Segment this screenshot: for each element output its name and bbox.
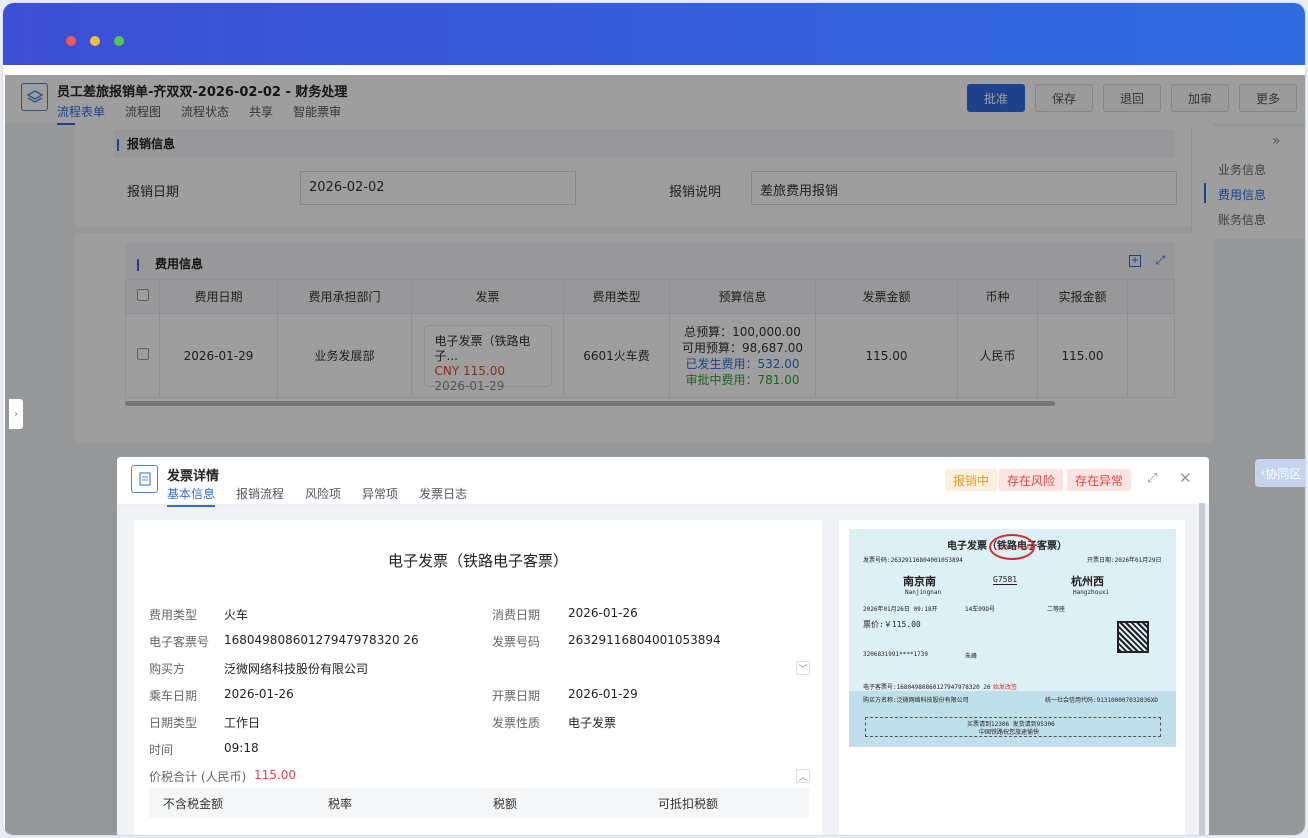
date-type-value: 工作日 bbox=[224, 716, 261, 730]
ticket-seat: 14车09D号 bbox=[965, 606, 996, 613]
app-area: 员工差旅报销单-齐双双-2026-02-02 - 财务处理 流程表单 流程图 流… bbox=[5, 75, 1305, 835]
ticket-no-label: 电子客票号 bbox=[149, 635, 210, 649]
modal-header: 发票详情 基本信息 报销流程 风险项 异常项 发票日志 报销中 存在风险 存在异… bbox=[117, 457, 1209, 507]
tab-basic-info[interactable]: 基本信息 bbox=[167, 485, 216, 507]
ticket-no-value: 16804980860127947978320 26 bbox=[224, 633, 419, 647]
invoice-icon bbox=[131, 465, 158, 493]
ticket-depart: 2026年01月26日 09:18开 bbox=[863, 606, 938, 613]
buyer-value: 泛微网络科技股份有限公司 bbox=[224, 662, 369, 676]
tab-reimb-flow[interactable]: 报销流程 bbox=[236, 485, 284, 507]
ticket-buyer: 购买方名称:泛微网络科技股份有限公司 bbox=[863, 697, 969, 704]
modal-scrollbar[interactable] bbox=[1199, 503, 1205, 835]
invoice-no-value: 26329116804001053894 bbox=[568, 633, 721, 647]
expand-left-handle[interactable]: › bbox=[9, 399, 23, 429]
col-pre-tax: 不含税金额 bbox=[163, 796, 224, 811]
collab-tab-label: 协同区 bbox=[1265, 466, 1302, 481]
modal-tabs: 基本信息 报销流程 风险项 异常项 发票日志 bbox=[167, 485, 467, 507]
issue-date-value: 2026-01-29 bbox=[568, 687, 638, 701]
ride-date-value: 2026-01-26 bbox=[224, 687, 294, 701]
collab-tab[interactable]: ‹ 协同区 bbox=[1255, 459, 1305, 487]
invoice-fields-panel: 电子发票（铁路电子客票） 费用类型 火车 消费日期 2026-01-26 电子客… bbox=[134, 520, 822, 835]
consume-date-label: 消费日期 bbox=[492, 608, 541, 622]
ticket-to-pinyin: Hangzhouxi bbox=[1073, 589, 1110, 596]
qr-code-icon bbox=[1117, 621, 1149, 653]
invoice-image-panel: 电子发票（铁路电子客票） 全国统一发票监制章 发票号码:263291168040… bbox=[839, 520, 1185, 835]
expand-icon[interactable]: ⤢ bbox=[1147, 471, 1157, 486]
ticket-class: 二等座 bbox=[1047, 606, 1066, 613]
ticket-from: 南京南 bbox=[903, 575, 936, 588]
ticket-from-pinyin: Nanjingnan bbox=[905, 589, 942, 596]
invoice-detail-modal: 发票详情 基本信息 报销流程 风险项 异常项 发票日志 报销中 存在风险 存在异… bbox=[117, 457, 1209, 835]
browser-frame: 员工差旅报销单-齐双双-2026-02-02 - 财务处理 流程表单 流程图 流… bbox=[2, 2, 1306, 836]
seal-text: 全国统一发票监制章 bbox=[997, 545, 1033, 550]
ticket-train-no: G7581 bbox=[993, 575, 1018, 585]
railway-ticket-image[interactable]: 电子发票（铁路电子客票） 全国统一发票监制章 发票号码:263291168040… bbox=[849, 529, 1176, 747]
ticket-to: 杭州西 bbox=[1071, 575, 1104, 588]
tab-risk[interactable]: 风险项 bbox=[305, 485, 341, 507]
chevron-up-icon[interactable]: ︿ bbox=[796, 769, 810, 783]
status-badge-risk: 存在风险 bbox=[999, 469, 1064, 491]
total-label: 价税合计 (人民币) bbox=[149, 770, 247, 784]
ticket-passenger-id: 3206831991****1739 bbox=[863, 651, 929, 658]
maximize-window-dot[interactable] bbox=[114, 36, 124, 46]
ticket-invoice-no: 发票号码:26329116804001053894 bbox=[863, 557, 963, 564]
total-value: 115.00 bbox=[254, 768, 296, 782]
ticket-note: 始发改签 bbox=[993, 684, 1018, 691]
col-deductible-tax: 可抵扣税额 bbox=[658, 796, 719, 811]
minimize-window-dot[interactable] bbox=[90, 36, 100, 46]
date-type-label: 日期类型 bbox=[149, 716, 198, 730]
status-badge-reimbursing: 报销中 bbox=[945, 469, 998, 491]
time-value: 09:18 bbox=[224, 741, 259, 755]
fee-type-label: 费用类型 bbox=[149, 608, 198, 622]
col-tax-amount: 税额 bbox=[493, 796, 518, 811]
tab-abnormal[interactable]: 异常项 bbox=[362, 485, 398, 507]
status-badge-abnormal: 存在异常 bbox=[1067, 469, 1132, 491]
ticket-footer-2: 中国铁路祝您旅途愉快 bbox=[979, 729, 1040, 736]
consume-date-value: 2026-01-26 bbox=[568, 606, 638, 620]
modal-title: 发票详情 bbox=[167, 469, 220, 484]
tax-table-header: 不含税金额 税率 税额 可抵扣税额 bbox=[149, 788, 809, 818]
invoice-nature-value: 电子发票 bbox=[568, 716, 617, 730]
issue-date-label: 开票日期 bbox=[492, 689, 541, 703]
fee-type-value: 火车 bbox=[224, 608, 249, 622]
invoice-nature-label: 发票性质 bbox=[492, 716, 541, 730]
ride-date-label: 乘车日期 bbox=[149, 689, 198, 703]
ticket-passenger-name: 朱峰 bbox=[965, 653, 978, 660]
chevron-down-icon[interactable]: ﹀ bbox=[796, 661, 810, 675]
close-window-dot[interactable] bbox=[66, 36, 76, 46]
col-tax-rate: 税率 bbox=[328, 796, 353, 811]
ticket-credit-code: 统一社会信用代码:913100007032836XD bbox=[1045, 697, 1159, 704]
window-titlebar bbox=[3, 3, 1305, 65]
ticket-price: 票价:￥115.00 bbox=[863, 620, 921, 629]
invoice-doc-title: 电子发票（铁路电子客票） bbox=[387, 552, 568, 570]
invoice-no-label: 发票号码 bbox=[492, 635, 541, 649]
buyer-label: 购买方 bbox=[149, 662, 186, 676]
close-icon[interactable]: ✕ bbox=[1179, 469, 1192, 487]
ticket-eticket-no: 电子客票号:16804980860127947978320 26 bbox=[863, 684, 991, 691]
time-label: 时间 bbox=[149, 743, 174, 757]
tab-invoice-log[interactable]: 发票日志 bbox=[419, 485, 467, 507]
ticket-issue-date: 开票日期:2026年01月29日 bbox=[1087, 557, 1162, 564]
